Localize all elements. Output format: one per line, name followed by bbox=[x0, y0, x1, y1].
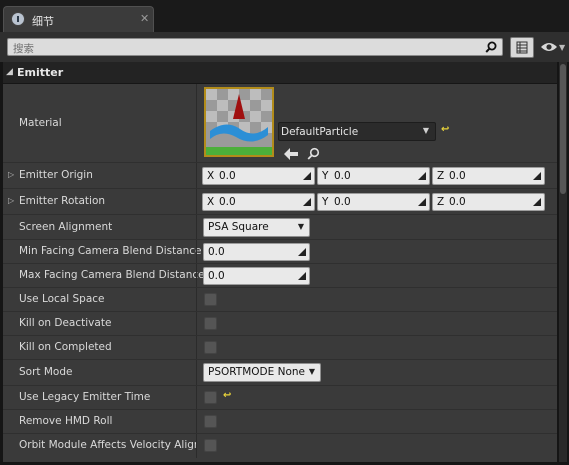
vertical-scrollbar[interactable] bbox=[559, 62, 567, 462]
axis-label: Z bbox=[437, 170, 445, 182]
collapse-arrow-icon[interactable]: ◢ bbox=[6, 67, 13, 77]
origin-z-field[interactable]: Z 0.0 bbox=[432, 167, 545, 185]
search-icon[interactable] bbox=[485, 41, 497, 53]
eye-icon[interactable] bbox=[540, 41, 558, 53]
field-value: 0.0 bbox=[449, 196, 466, 208]
row-remove-hmd-roll: Remove HMD Roll bbox=[3, 410, 557, 434]
property-label: Kill on Deactivate bbox=[19, 317, 112, 329]
field-value: 0.0 bbox=[449, 170, 466, 182]
dropdown-value: PSA Square bbox=[208, 221, 269, 233]
max-facing-field[interactable]: 0.0 bbox=[203, 267, 310, 285]
field-value: 0.0 bbox=[208, 270, 225, 282]
details-panel: ◢ Emitter Material DefaultParticle ▼ ↩ ▷… bbox=[3, 62, 557, 462]
orbit-module-velocity-checkbox[interactable] bbox=[204, 439, 217, 452]
screen-alignment-dropdown[interactable]: PSA Square ▼ bbox=[203, 218, 310, 237]
category-header-emitter[interactable]: ◢ Emitter bbox=[3, 62, 557, 84]
spin-handle-icon[interactable] bbox=[303, 198, 311, 206]
row-sort-mode: Sort Mode PSORTMODE None ▼ bbox=[3, 360, 557, 386]
property-label: Emitter Rotation bbox=[19, 195, 106, 207]
row-use-local-space: Use Local Space bbox=[3, 288, 557, 312]
axis-label: X bbox=[207, 196, 215, 208]
row-kill-on-completed: Kill on Completed bbox=[3, 336, 557, 360]
use-selected-arrow-icon[interactable] bbox=[284, 148, 298, 160]
particle-preview-image bbox=[206, 89, 272, 155]
field-value: 0.0 bbox=[334, 196, 351, 208]
property-label: Emitter Origin bbox=[19, 169, 93, 181]
browse-search-icon[interactable] bbox=[307, 147, 320, 160]
row-kill-on-deactivate: Kill on Deactivate bbox=[3, 312, 557, 336]
property-label: Sort Mode bbox=[19, 366, 73, 378]
origin-y-field[interactable]: Y 0.0 bbox=[317, 167, 430, 185]
dropdown-arrow-icon: ▼ bbox=[308, 367, 315, 376]
field-value: 0.0 bbox=[219, 196, 236, 208]
property-label: Use Legacy Emitter Time bbox=[19, 391, 151, 403]
category-title: Emitter bbox=[17, 66, 64, 79]
chevron-down-icon[interactable]: ▼ bbox=[559, 43, 565, 52]
spin-handle-icon[interactable] bbox=[533, 198, 541, 206]
spin-handle-icon[interactable] bbox=[418, 172, 426, 180]
row-max-facing-blend: Max Facing Camera Blend Distance 0.0 bbox=[3, 264, 557, 288]
expand-arrow-icon[interactable]: ▷ bbox=[8, 170, 14, 179]
reset-to-default-icon[interactable]: ↩ bbox=[223, 390, 231, 401]
property-label: Max Facing Camera Blend Distance bbox=[19, 269, 205, 281]
search-toolbar: 搜索 ▼ bbox=[0, 32, 569, 62]
dropdown-arrow-icon: ▼ bbox=[422, 126, 429, 135]
spin-handle-icon[interactable] bbox=[298, 248, 306, 256]
kill-on-deactivate-checkbox[interactable] bbox=[204, 317, 217, 330]
field-value: 0.0 bbox=[334, 170, 351, 182]
expand-arrow-icon[interactable]: ▷ bbox=[8, 196, 14, 205]
spin-handle-icon[interactable] bbox=[418, 198, 426, 206]
row-min-facing-blend: Min Facing Camera Blend Distance 0.0 bbox=[3, 240, 557, 264]
scrollbar-thumb[interactable] bbox=[560, 64, 566, 194]
remove-hmd-roll-checkbox[interactable] bbox=[204, 415, 217, 428]
dropdown-value: PSORTMODE None bbox=[208, 366, 305, 378]
field-value: 0.0 bbox=[219, 170, 236, 182]
field-value: 0.0 bbox=[208, 246, 225, 258]
property-label: Min Facing Camera Blend Distance bbox=[19, 245, 202, 257]
use-legacy-emitter-time-checkbox[interactable] bbox=[204, 391, 217, 404]
material-value: DefaultParticle bbox=[281, 126, 359, 138]
sort-mode-dropdown[interactable]: PSORTMODE None ▼ bbox=[203, 363, 321, 382]
close-icon[interactable]: ✕ bbox=[140, 12, 149, 25]
property-label: Kill on Completed bbox=[19, 341, 112, 353]
rotation-z-field[interactable]: Z 0.0 bbox=[432, 193, 545, 211]
property-label: Screen Alignment bbox=[19, 221, 113, 233]
property-label: Remove HMD Roll bbox=[19, 415, 113, 427]
spin-handle-icon[interactable] bbox=[303, 172, 311, 180]
property-label: Orbit Module Affects Velocity Alignment bbox=[19, 439, 196, 451]
spin-handle-icon[interactable] bbox=[298, 272, 306, 280]
use-local-space-checkbox[interactable] bbox=[204, 293, 217, 306]
reset-to-default-icon[interactable]: ↩ bbox=[441, 124, 449, 135]
property-label: Use Local Space bbox=[19, 293, 105, 305]
row-screen-alignment: Screen Alignment PSA Square ▼ bbox=[3, 215, 557, 240]
property-matrix-icon bbox=[516, 41, 528, 54]
search-input[interactable]: 搜索 bbox=[7, 38, 503, 56]
row-emitter-origin: ▷ Emitter Origin X 0.0 Y 0.0 Z 0.0 bbox=[3, 163, 557, 189]
spin-handle-icon[interactable] bbox=[533, 172, 541, 180]
axis-label: Y bbox=[322, 196, 329, 208]
property-label: Material bbox=[19, 117, 62, 129]
axis-label: Z bbox=[437, 196, 445, 208]
material-combo[interactable]: DefaultParticle ▼ bbox=[278, 122, 436, 141]
row-use-legacy-emitter-time: Use Legacy Emitter Time ↩ bbox=[3, 386, 557, 410]
tab-bar: 细节 ✕ bbox=[0, 0, 569, 32]
rotation-x-field[interactable]: X 0.0 bbox=[202, 193, 315, 211]
axis-label: Y bbox=[322, 170, 329, 182]
min-facing-field[interactable]: 0.0 bbox=[203, 243, 310, 261]
material-thumbnail[interactable] bbox=[204, 87, 274, 157]
dropdown-arrow-icon: ▼ bbox=[297, 222, 304, 231]
row-material: Material DefaultParticle ▼ ↩ bbox=[3, 84, 557, 163]
kill-on-completed-checkbox[interactable] bbox=[204, 341, 217, 354]
tab-details[interactable]: 细节 ✕ bbox=[3, 6, 154, 32]
details-icon bbox=[11, 12, 25, 26]
search-placeholder: 搜索 bbox=[13, 43, 34, 55]
rotation-y-field[interactable]: Y 0.0 bbox=[317, 193, 430, 211]
row-emitter-rotation: ▷ Emitter Rotation X 0.0 Y 0.0 Z 0.0 bbox=[3, 189, 557, 215]
row-orbit-module-velocity: Orbit Module Affects Velocity Alignment bbox=[3, 434, 557, 458]
property-matrix-button[interactable] bbox=[510, 37, 534, 58]
axis-label: X bbox=[207, 170, 215, 182]
origin-x-field[interactable]: X 0.0 bbox=[202, 167, 315, 185]
tab-label: 细节 bbox=[32, 15, 54, 28]
